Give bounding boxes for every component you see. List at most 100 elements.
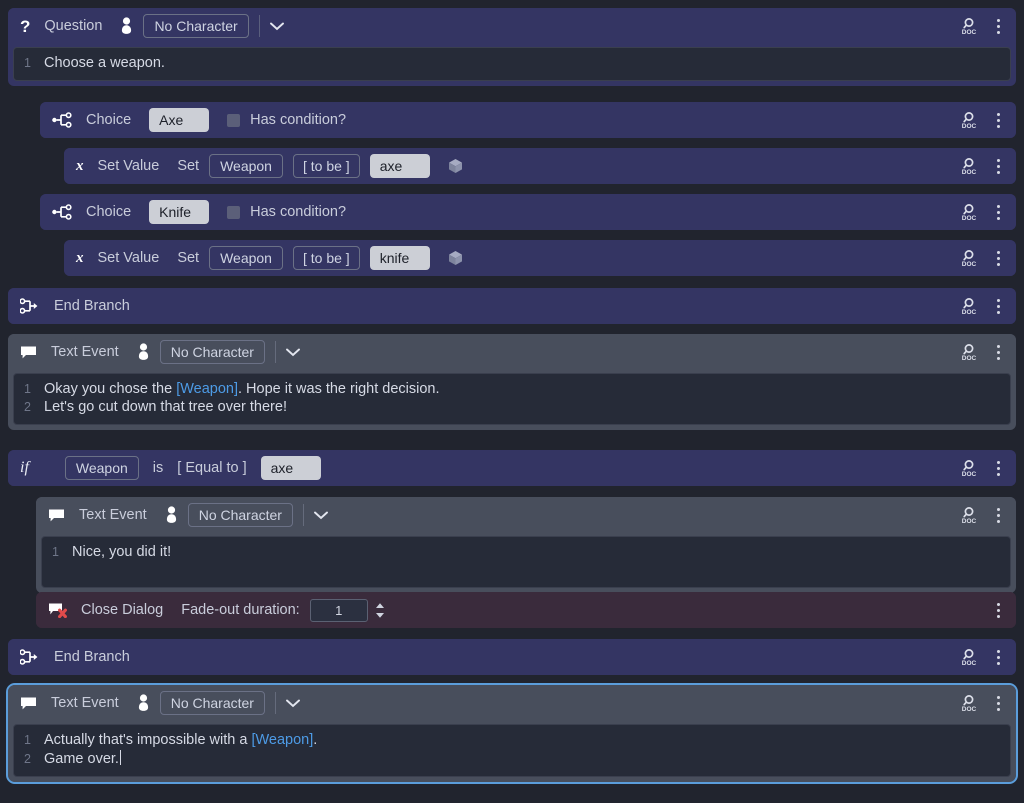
close-dialog-header[interactable]: Close Dialog Fade-out duration: 1 [36,592,1016,628]
condition-if-header[interactable]: if Weapon is [ Equal to ] axe DOC [8,450,1016,486]
text-event-node-3[interactable]: Text Event No Character DOC 1 Actually t… [6,683,1018,784]
question-node-header[interactable]: ? Question No Character DOC [8,8,1016,44]
kebab-menu-icon[interactable] [993,202,1004,223]
search-doc-icon[interactable]: DOC [959,16,979,36]
text-event-node-2[interactable]: Text Event No Character DOC 1 Nice, you … [36,497,1016,593]
kebab-menu-icon[interactable] [993,342,1004,363]
set-value-knife-value-input[interactable]: knife [369,246,430,270]
text-line: 1 Nice, you did it! [42,543,1010,561]
chevron-down-icon[interactable] [314,511,328,520]
condition-if-operator[interactable]: [ Equal to ] [177,460,246,476]
condition-if-node[interactable]: if Weapon is [ Equal to ] axe DOC [8,450,1016,486]
search-doc-icon[interactable]: DOC [959,110,979,130]
kebab-menu-icon[interactable] [993,458,1004,479]
end-branch-node-1[interactable]: End Branch DOC [8,288,1016,324]
kebab-menu-icon[interactable] [993,693,1004,714]
text-event-header-1[interactable]: Text Event No Character DOC [8,334,1016,370]
set-value-knife-node[interactable]: x Set Value Set Weapon [ to be ] knife D… [64,240,1016,276]
end-branch-icon [20,649,40,665]
question-character-select[interactable]: No Character [143,14,249,38]
kebab-menu-icon[interactable] [993,248,1004,269]
choice-axe-value-input[interactable]: Axe [149,108,210,132]
text-line: 1 Choose a weapon. [14,54,1010,72]
condition-if-value-input[interactable]: axe [260,456,321,480]
choice-knife-value-input[interactable]: Knife [149,200,210,224]
text-caret [119,750,121,765]
text-event-character-select-3[interactable]: No Character [159,691,265,715]
text-event-body-3[interactable]: 1 Actually that's impossible with a [Wea… [13,724,1011,777]
chevron-down-icon[interactable] [286,699,300,708]
choice-knife-condition-checkbox[interactable] [227,205,241,219]
text-event-character-select-2[interactable]: No Character [187,503,293,527]
if-keyword: if [20,459,29,476]
chevron-down-icon[interactable] [286,348,300,357]
end-branch-header-1[interactable]: End Branch DOC [8,288,1016,324]
set-value-axe-type-label: Set Value [97,158,160,174]
search-doc-icon[interactable]: DOC [959,505,979,525]
search-doc-icon[interactable]: DOC [959,296,979,316]
set-value-axe-value-input[interactable]: axe [369,154,430,178]
kebab-menu-icon[interactable] [993,647,1004,668]
choice-knife-header[interactable]: Choice Knife Has condition? DOC [40,194,1016,230]
search-doc-icon[interactable]: DOC [959,202,979,222]
set-value-axe-verb: Set [177,158,200,174]
svg-text:DOC: DOC [962,215,977,222]
set-value-knife-operator[interactable]: [ to be ] [292,246,360,270]
text-line: 1 Okay you chose the [Weapon]. Hope it w… [14,380,1010,398]
fade-out-duration-input[interactable]: 1 [309,598,368,622]
person-icon [137,343,150,361]
text-event-body-1[interactable]: 1 Okay you chose the [Weapon]. Hope it w… [13,373,1011,425]
svg-text:DOC: DOC [962,309,977,316]
cube-icon[interactable] [448,250,463,266]
kebab-menu-icon[interactable] [993,110,1004,131]
text-event-node-1[interactable]: Text Event No Character DOC 1 Okay you c… [8,334,1016,430]
text-event-header-3[interactable]: Text Event No Character DOC [8,685,1016,721]
search-doc-icon[interactable]: DOC [959,458,979,478]
stepper-updown-icon[interactable] [374,602,386,619]
choice-knife-condition-label: Has condition? [250,204,347,220]
choice-axe-condition-label: Has condition? [250,112,347,128]
set-value-knife-type-label: Set Value [97,250,160,266]
choice-axe-condition-checkbox[interactable] [227,113,241,127]
choice-axe-node[interactable]: Choice Axe Has condition? DOC [40,102,1016,138]
close-dialog-icon [48,602,67,618]
search-doc-icon[interactable]: DOC [959,693,979,713]
speech-bubble-icon [20,696,37,711]
kebab-menu-icon[interactable] [993,156,1004,177]
close-dialog-type-label: Close Dialog [81,602,164,618]
set-value-knife-verb: Set [177,250,200,266]
kebab-menu-icon[interactable] [993,296,1004,317]
set-value-axe-node[interactable]: x Set Value Set Weapon [ to be ] axe DOC [64,148,1016,184]
line-number: 1 [24,733,31,747]
text-event-body-2[interactable]: 1 Nice, you did it! [41,536,1011,588]
set-value-axe-operator[interactable]: [ to be ] [292,154,360,178]
end-branch-icon [20,298,40,314]
cube-icon[interactable] [448,158,463,174]
end-branch-node-2[interactable]: End Branch DOC [8,639,1016,675]
search-doc-icon[interactable]: DOC [959,156,979,176]
kebab-menu-icon[interactable] [993,505,1004,526]
svg-text:DOC: DOC [962,706,977,713]
kebab-menu-icon[interactable] [993,600,1004,621]
choice-knife-node[interactable]: Choice Knife Has condition? DOC [40,194,1016,230]
choice-axe-header[interactable]: Choice Axe Has condition? DOC [40,102,1016,138]
chevron-down-icon[interactable] [269,22,284,31]
set-value-knife-variable[interactable]: Weapon [209,246,283,270]
kebab-menu-icon[interactable] [993,16,1004,37]
search-doc-icon[interactable]: DOC [959,342,979,362]
close-dialog-node[interactable]: Close Dialog Fade-out duration: 1 [36,592,1016,628]
text-event-character-select-1[interactable]: No Character [159,340,265,364]
text-event-type-label-3: Text Event [51,695,119,711]
set-value-axe-variable[interactable]: Weapon [209,154,283,178]
svg-text:DOC: DOC [962,355,977,362]
condition-if-variable[interactable]: Weapon [64,456,139,480]
search-doc-icon[interactable]: DOC [959,248,979,268]
end-branch-header-2[interactable]: End Branch DOC [8,639,1016,675]
search-doc-icon[interactable]: DOC [959,647,979,667]
variable-token: [Weapon] [176,381,238,397]
set-value-knife-header[interactable]: x Set Value Set Weapon [ to be ] knife D… [64,240,1016,276]
set-value-axe-header[interactable]: x Set Value Set Weapon [ to be ] axe DOC [64,148,1016,184]
question-node[interactable]: ? Question No Character DOC 1 Choose a w… [8,8,1016,86]
text-event-header-2[interactable]: Text Event No Character DOC [36,497,1016,533]
question-text-body[interactable]: 1 Choose a weapon. [13,47,1011,81]
